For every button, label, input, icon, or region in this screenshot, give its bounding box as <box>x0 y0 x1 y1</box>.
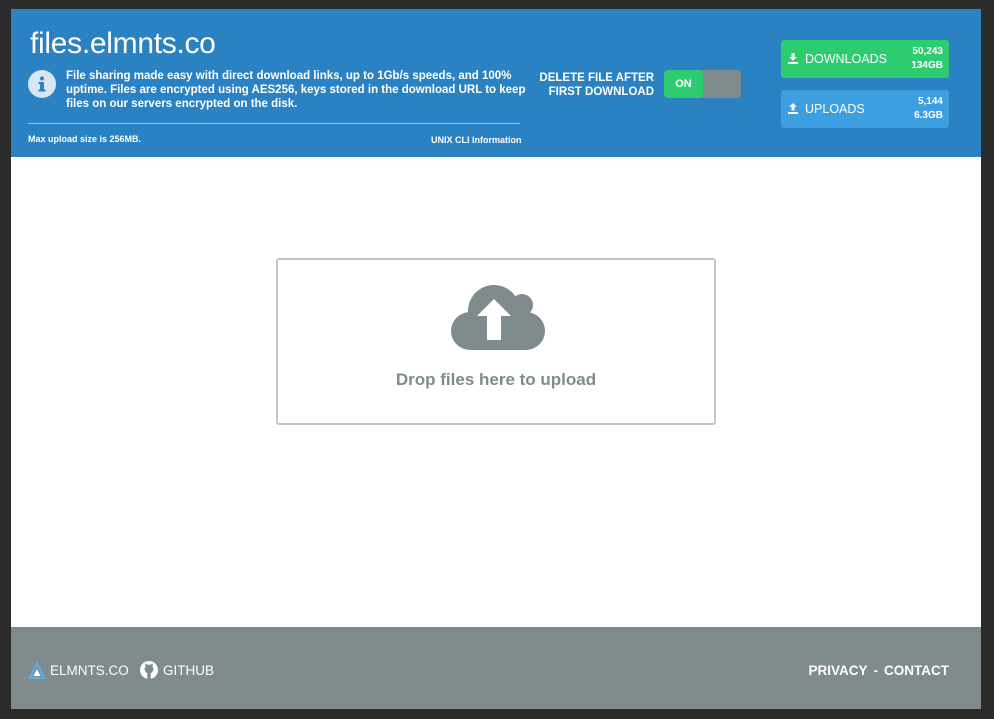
unix-cli-link[interactable]: UNIX CLI Information <box>431 135 522 145</box>
downloads-button[interactable]: DOWNLOADS 50,243 134GB <box>781 40 949 78</box>
service-description: File sharing made easy with direct downl… <box>66 70 526 110</box>
uploads-stats: 5,144 6.3GB <box>914 95 943 123</box>
uploads-button[interactable]: UPLOADS 5,144 6.3GB <box>781 90 949 128</box>
footer-links: PRIVACY - CONTACT <box>808 663 949 678</box>
header-divider <box>28 123 520 124</box>
upload-icon <box>788 103 798 114</box>
footer: ELMNTS.CO GITHUB PRIVACY - CONTACT <box>11 627 981 709</box>
downloads-count: 50,243 <box>912 46 943 57</box>
contact-link[interactable]: CONTACT <box>884 663 949 678</box>
info-icon <box>28 70 56 98</box>
privacy-link[interactable]: PRIVACY <box>808 663 867 678</box>
max-upload-note: Max upload size is 256MB. <box>28 134 142 144</box>
app-frame: files.elmnts.co File sharing made easy w… <box>11 9 981 709</box>
download-icon <box>788 53 798 64</box>
header: files.elmnts.co File sharing made easy w… <box>11 9 981 157</box>
elmnts-link-label: ELMNTS.CO <box>50 663 129 678</box>
dropzone-text: Drop files here to upload <box>395 370 597 389</box>
footer-separator: - <box>873 663 879 678</box>
uploads-size: 6.3GB <box>914 110 943 121</box>
downloads-size: 134GB <box>911 60 943 71</box>
toggle-on-state: ON <box>664 70 703 98</box>
delete-after-download-toggle[interactable]: ON <box>664 70 741 98</box>
file-dropzone[interactable]: Drop files here to upload <box>276 258 716 425</box>
toggle-thumb[interactable] <box>704 70 741 98</box>
downloads-label: DOWNLOADS <box>805 52 887 66</box>
downloads-stats: 50,243 134GB <box>911 45 943 73</box>
toggle-label-line2: FIRST DOWNLOAD <box>548 86 654 98</box>
toggle-label-line1: DELETE FILE AFTER <box>539 72 654 84</box>
delete-after-download-label: DELETE FILE AFTER FIRST DOWNLOAD <box>531 71 654 99</box>
elmnts-logo-icon <box>28 661 46 679</box>
github-link-label: GITHUB <box>163 663 215 678</box>
site-title: files.elmnts.co <box>30 27 216 60</box>
uploads-label: UPLOADS <box>805 102 865 116</box>
cloud-upload-icon <box>451 285 545 350</box>
uploads-count: 5,144 <box>917 96 943 107</box>
github-icon <box>140 661 158 679</box>
